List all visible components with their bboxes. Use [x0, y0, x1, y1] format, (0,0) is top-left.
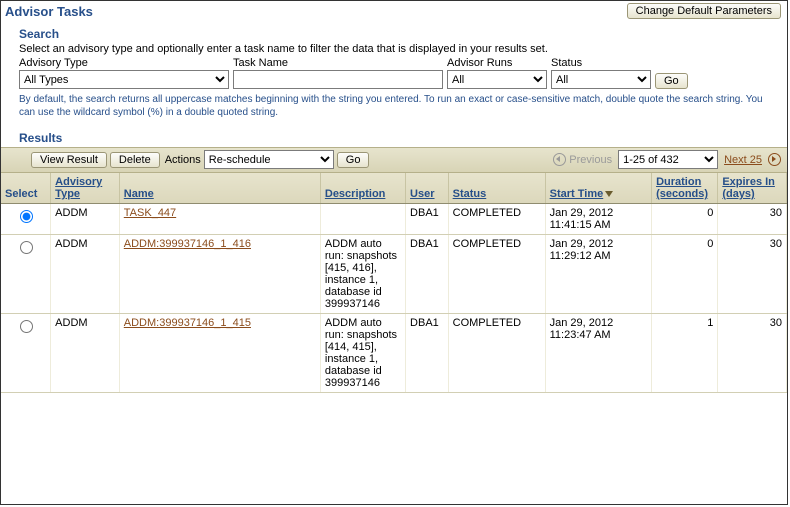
cell-start-time: Jan 29, 2012 11:23:47 AM — [545, 314, 651, 393]
cell-user: DBA1 — [406, 235, 449, 314]
col-duration[interactable]: Duration (seconds) — [652, 173, 718, 204]
cell-type: ADDM — [51, 204, 120, 235]
range-select[interactable]: 1-25 of 432 — [618, 150, 718, 169]
cell-expires: 30 — [718, 235, 787, 314]
row-select-radio[interactable] — [20, 241, 33, 254]
col-advisory-type[interactable]: Advisory Type — [51, 173, 120, 204]
cell-type: ADDM — [51, 314, 120, 393]
cell-description — [320, 204, 405, 235]
view-result-button[interactable]: View Result — [31, 152, 107, 168]
task-name-link[interactable]: ADDM:399937146_1_415 — [124, 317, 251, 329]
search-instruction: Select an advisory type and optionally e… — [1, 41, 787, 55]
previous-label: Previous — [569, 154, 612, 166]
actions-select[interactable]: Re-schedule — [204, 150, 334, 169]
cell-duration: 1 — [652, 314, 718, 393]
task-name-label: Task Name — [233, 57, 443, 70]
next-icon[interactable] — [768, 153, 781, 166]
col-start-time[interactable]: Start Time — [545, 173, 651, 204]
cell-expires: 30 — [718, 204, 787, 235]
col-description[interactable]: Description — [320, 173, 405, 204]
change-default-parameters-button[interactable]: Change Default Parameters — [627, 3, 781, 19]
advisory-type-select[interactable]: All Types — [19, 70, 229, 89]
task-name-link[interactable]: ADDM:399937146_1_416 — [124, 238, 251, 250]
actions-label: Actions — [165, 154, 201, 166]
search-go-button[interactable]: Go — [655, 73, 688, 89]
search-note: By default, the search returns all upper… — [1, 89, 787, 125]
next-link[interactable]: Next 25 — [724, 154, 762, 166]
search-heading: Search — [1, 21, 787, 41]
col-user[interactable]: User — [406, 173, 449, 204]
status-select[interactable]: All — [551, 70, 651, 89]
cell-type: ADDM — [51, 235, 120, 314]
previous-icon — [553, 153, 566, 166]
row-select-radio[interactable] — [20, 320, 33, 333]
cell-expires: 30 — [718, 314, 787, 393]
cell-status: COMPLETED — [448, 235, 545, 314]
col-select: Select — [1, 173, 51, 204]
delete-button[interactable]: Delete — [110, 152, 160, 168]
sort-desc-icon — [605, 191, 613, 197]
cell-user: DBA1 — [406, 204, 449, 235]
cell-user: DBA1 — [406, 314, 449, 393]
cell-status: COMPLETED — [448, 204, 545, 235]
page-title: Advisor Tasks — [5, 4, 93, 19]
task-name-input[interactable] — [233, 70, 443, 89]
advisor-runs-select[interactable]: All — [447, 70, 547, 89]
cell-description: ADDM auto run: snapshots [414, 415], ins… — [320, 314, 405, 393]
cell-start-time: Jan 29, 2012 11:29:12 AM — [545, 235, 651, 314]
table-row: ADDM ADDM:399937146_1_416 ADDM auto run: s… — [1, 235, 787, 314]
results-table: Select Advisory Type Name Description Us… — [1, 173, 787, 393]
col-expires[interactable]: Expires In (days) — [718, 173, 787, 204]
results-heading: Results — [1, 125, 787, 147]
advisory-type-label: Advisory Type — [19, 57, 229, 70]
col-status[interactable]: Status — [448, 173, 545, 204]
cell-description: ADDM auto run: snapshots [415, 416], ins… — [320, 235, 405, 314]
advisor-runs-label: Advisor Runs — [447, 57, 547, 70]
table-row: ADDM ADDM:399937146_1_415 ADDM auto run: s… — [1, 314, 787, 393]
actions-go-button[interactable]: Go — [337, 152, 370, 168]
col-name[interactable]: Name — [119, 173, 320, 204]
task-name-link[interactable]: TASK_447 — [124, 207, 176, 219]
cell-duration: 0 — [652, 235, 718, 314]
cell-duration: 0 — [652, 204, 718, 235]
table-row: ADDM TASK_447 DBA1COMPLETEDJan 29, 2012 11… — [1, 204, 787, 235]
row-select-radio[interactable] — [20, 210, 33, 223]
cell-start-time: Jan 29, 2012 11:41:15 AM — [545, 204, 651, 235]
status-label: Status — [551, 57, 651, 70]
cell-status: COMPLETED — [448, 314, 545, 393]
